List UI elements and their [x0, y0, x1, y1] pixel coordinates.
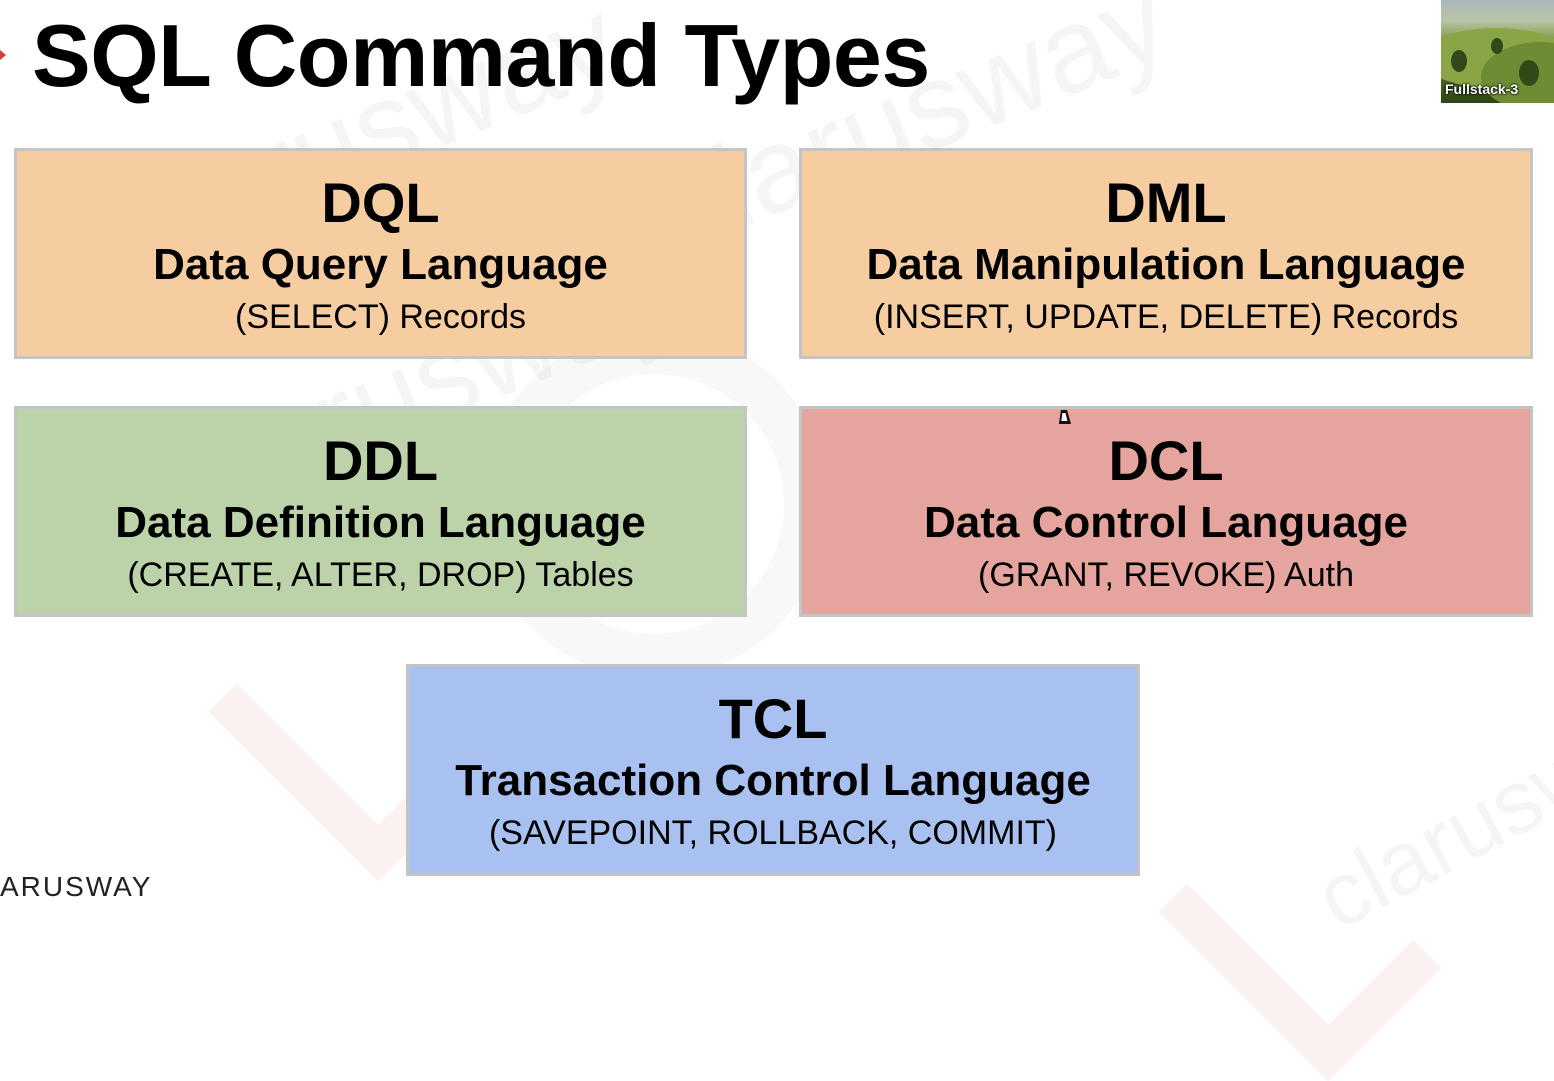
card-full-name: Transaction Control Language: [455, 756, 1091, 805]
card-dml: DML Data Manipulation Language (INSERT, …: [799, 148, 1533, 359]
card-ddl: DDL Data Definition Language (CREATE, AL…: [14, 406, 747, 617]
footer-brand-text: ARUSWAY: [0, 871, 153, 902]
card-dql: DQL Data Query Language (SELECT) Records: [14, 148, 747, 359]
watermark-text: clarusway: [1300, 673, 1554, 950]
card-full-name: Data Definition Language: [115, 498, 646, 547]
mouse-pointer-icon: [1059, 410, 1073, 424]
card-abbreviation: TCL: [718, 687, 828, 750]
video-participant-label: Fullstack-3: [1445, 81, 1519, 97]
thumbnail-tree: [1491, 38, 1503, 54]
card-abbreviation: DDL: [322, 429, 439, 492]
watermark-chevron-shape: [1158, 798, 1442, 1081]
card-abbreviation: DQL: [321, 171, 440, 234]
video-thumbnail[interactable]: Fullstack-3: [1441, 0, 1554, 103]
card-full-name: Data Control Language: [923, 498, 1409, 547]
card-abbreviation: DML: [1105, 171, 1227, 234]
card-tcl: TCL Transaction Control Language (SAVEPO…: [406, 664, 1140, 876]
card-dcl: DCL Data Control Language (GRANT, REVOKE…: [799, 406, 1533, 617]
card-full-name: Data Manipulation Language: [866, 240, 1466, 289]
card-commands: (SAVEPOINT, ROLLBACK, COMMIT): [488, 814, 1057, 852]
red-arrow-marker-icon: [0, 50, 6, 60]
thumbnail-tree: [1519, 60, 1539, 86]
card-abbreviation: DCL: [1108, 429, 1224, 492]
card-commands: (INSERT, UPDATE, DELETE) Records: [873, 298, 1459, 336]
card-commands: (CREATE, ALTER, DROP) Tables: [127, 556, 634, 594]
card-full-name: Data Query Language: [153, 240, 608, 289]
card-commands: (SELECT) Records: [235, 298, 526, 336]
card-commands: (GRANT, REVOKE) Auth: [978, 556, 1354, 594]
slide-title: SQL Command Types: [32, 6, 930, 105]
thumbnail-tree: [1451, 50, 1467, 72]
